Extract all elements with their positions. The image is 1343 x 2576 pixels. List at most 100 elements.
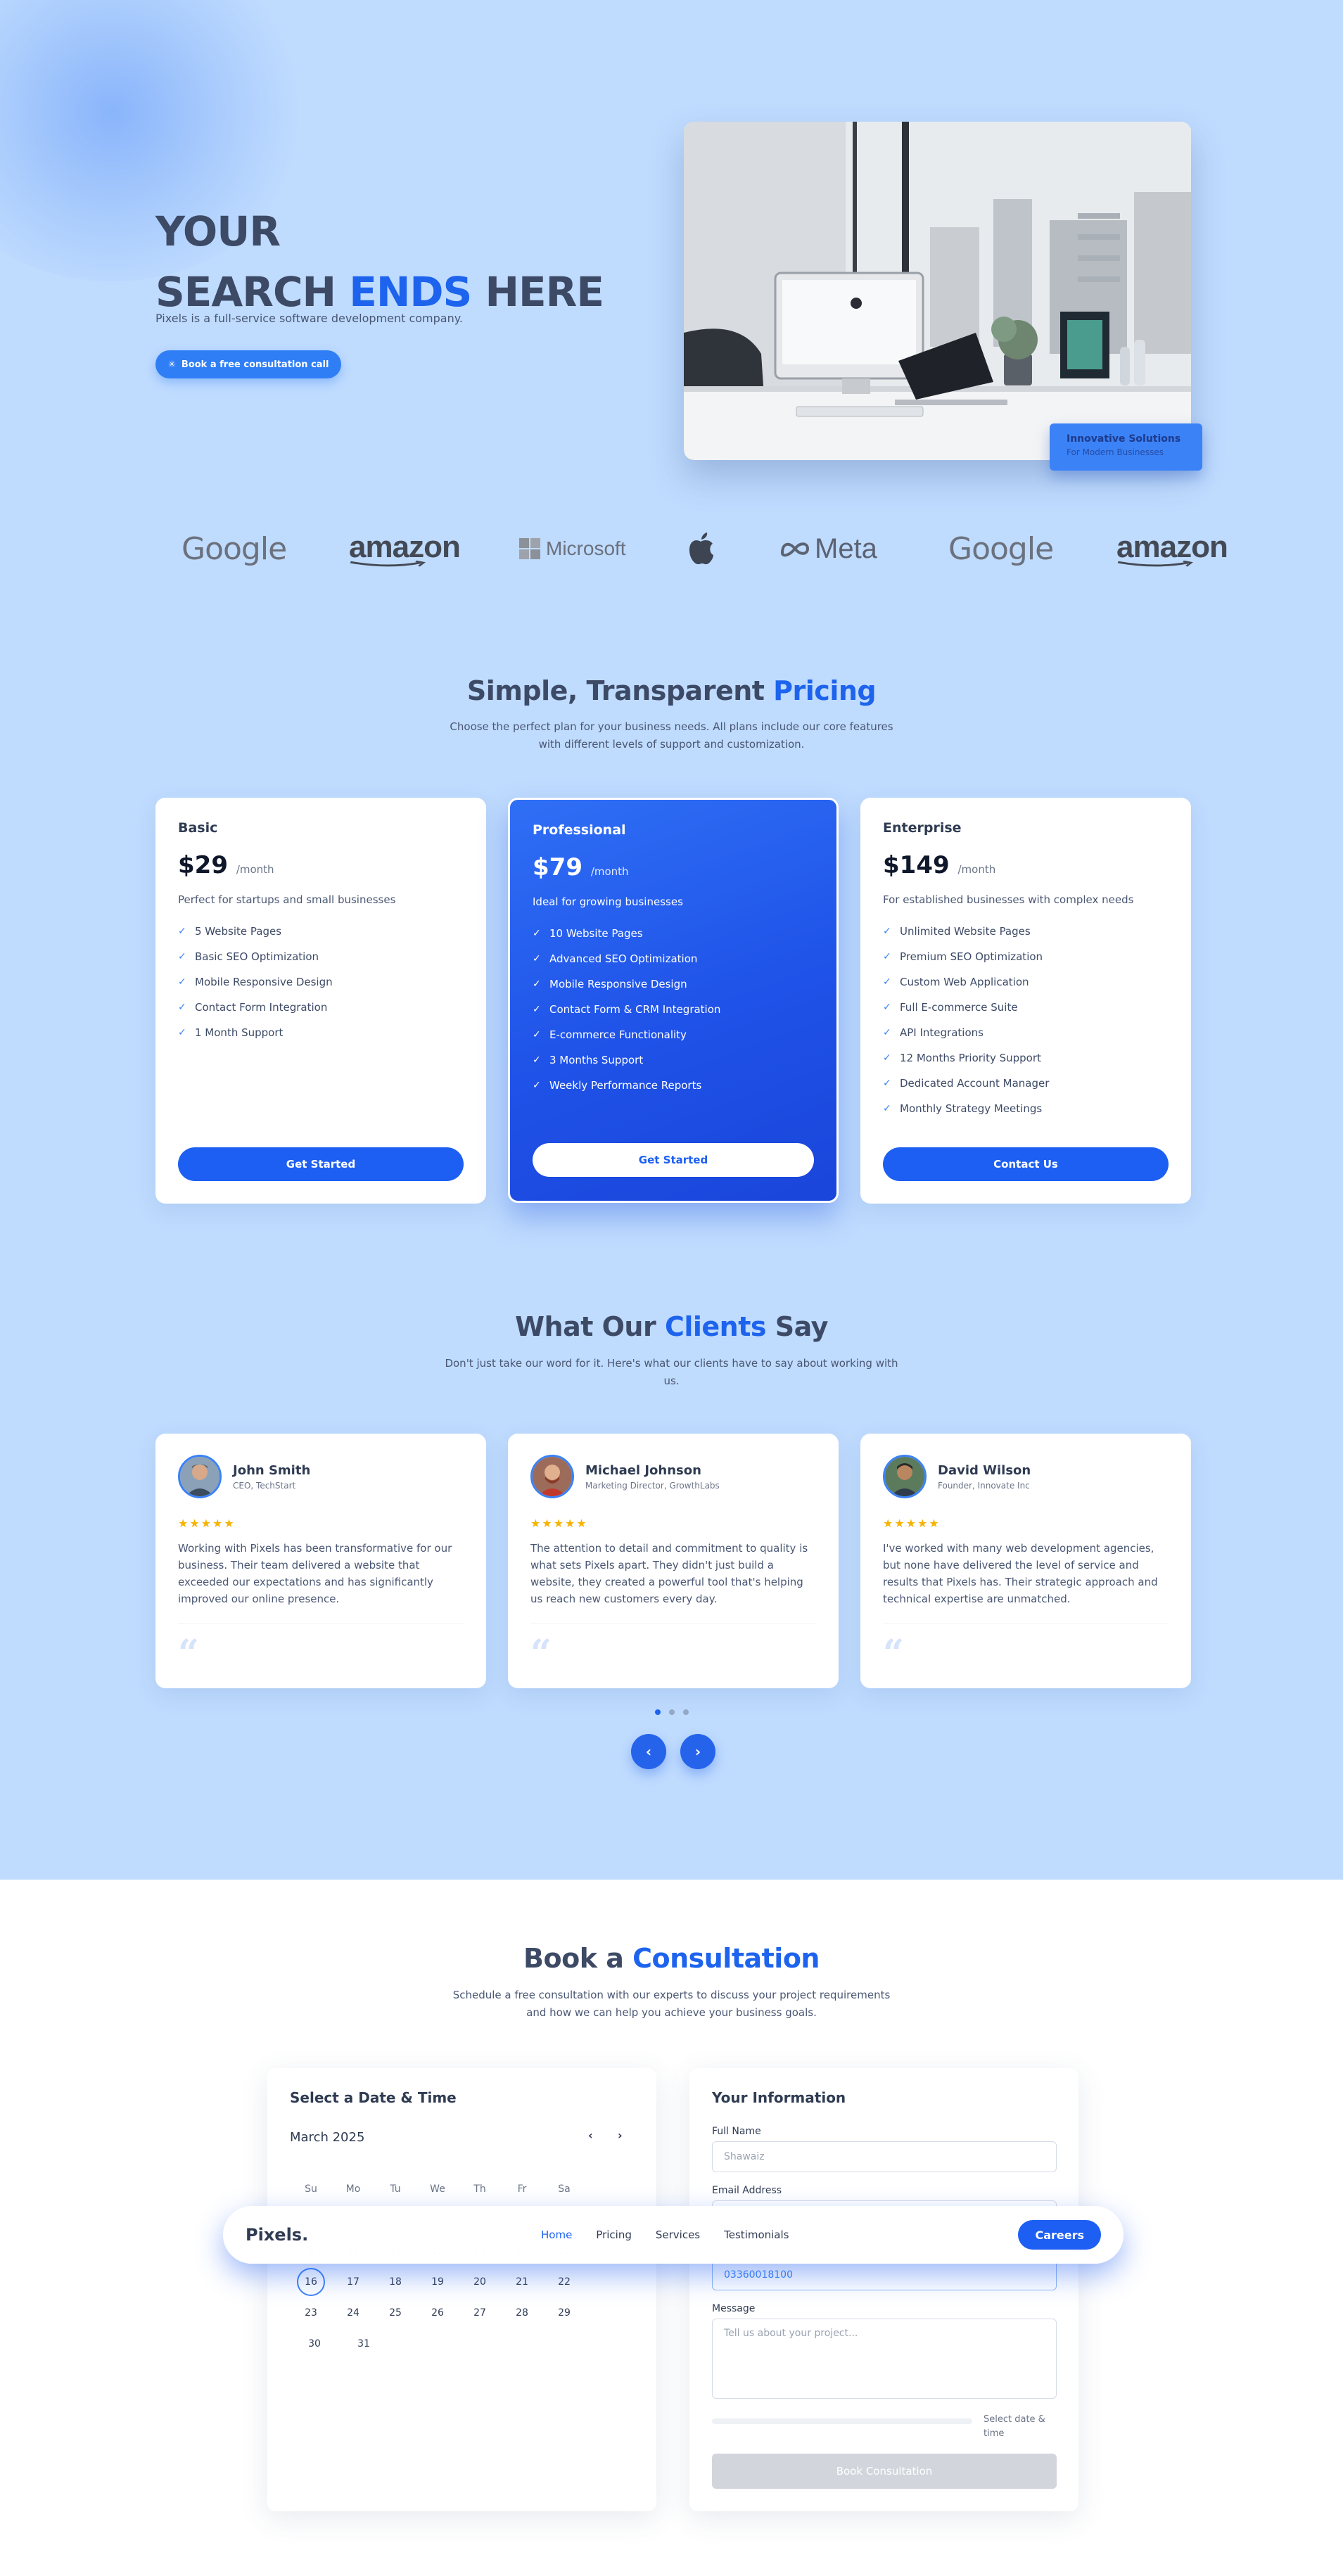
feature-item: ✓ API Integrations	[883, 1020, 1169, 1045]
star-rating: ★★★★★	[178, 1517, 236, 1530]
calendar-day[interactable]: 25	[374, 2307, 416, 2319]
check-icon: ✓	[883, 976, 891, 988]
weekday-label: Sa	[558, 2183, 571, 2195]
calendar-day[interactable]: 31	[339, 2338, 388, 2349]
hero-office-image	[684, 122, 1191, 460]
check-icon: ✓	[883, 1078, 891, 1089]
book-consultation-button[interactable]: ✳ Book a free consultation call	[155, 350, 342, 378]
calendar-day-selected[interactable]: 16	[290, 2268, 332, 2296]
feature-item: ✓ Full E-commerce Suite	[883, 995, 1169, 1020]
check-icon: ✓	[883, 1002, 891, 1013]
contact-us-button[interactable]: Contact Us	[883, 1147, 1169, 1181]
star-rating: ★★★★★	[530, 1517, 588, 1530]
check-icon: ✓	[533, 978, 541, 990]
calendar-next-button[interactable]: ›	[618, 2129, 623, 2142]
calendar-day[interactable]: 23	[290, 2307, 332, 2319]
testimonial-name: Michael Johnson	[585, 1462, 701, 1478]
booking-subtitle: Schedule a free consultation with our ex…	[0, 1987, 1343, 2022]
calendar-day[interactable]: 20	[459, 2276, 501, 2288]
brand-logo[interactable]: Pixels.	[246, 2225, 308, 2245]
check-icon: ✓	[883, 1103, 891, 1114]
progress-label-line: Select date &	[984, 2414, 1045, 2425]
avatar	[178, 1455, 222, 1498]
testimonials-title-accent: Clients	[664, 1311, 767, 1342]
carousel-dot[interactable]	[682, 1709, 689, 1715]
feature-item: ✓ Premium SEO Optimization	[883, 944, 1169, 969]
pricing-title: Simple, Transparent Pricing	[0, 675, 1343, 706]
pricing-subtitle-line: Choose the perfect plan for your busines…	[450, 720, 893, 733]
full-name-field[interactable]: Shawaiz	[712, 2141, 1057, 2172]
check-icon: ✓	[533, 1004, 541, 1015]
calendar-day[interactable]: 28	[501, 2307, 543, 2319]
form-heading: Your Information	[712, 2089, 846, 2106]
calendar-day[interactable]: 24	[332, 2307, 374, 2319]
testimonials-title: What Our Clients Say	[0, 1311, 1343, 1342]
testimonial-quote: The attention to detail and commitment t…	[530, 1542, 808, 1605]
carousel-dot[interactable]	[654, 1709, 661, 1715]
feature-label: Advanced SEO Optimization	[549, 952, 698, 965]
check-icon: ✓	[883, 951, 891, 962]
testimonials-subtitle-line: us.	[663, 1375, 680, 1387]
book-consultation-label: Book a free consultation call	[181, 359, 329, 370]
sparkle-icon: ✳	[168, 359, 176, 370]
meta-logo: Meta	[779, 524, 877, 573]
weekday-label: Th	[473, 2183, 486, 2195]
feature-label: Dedicated Account Manager	[900, 1077, 1050, 1090]
carousel-dot[interactable]	[668, 1709, 675, 1715]
calendar-day[interactable]: 29	[543, 2307, 585, 2319]
nav-link-services[interactable]: Services	[656, 2229, 700, 2241]
carousel-next-button[interactable]: ›	[680, 1734, 715, 1769]
check-icon: ✓	[178, 1002, 186, 1013]
plan-name: Enterprise	[883, 820, 962, 836]
plan-price-value: $79	[533, 853, 583, 881]
carousel-prev-button[interactable]: ‹	[631, 1734, 666, 1769]
feature-item: ✓ 3 Months Support	[533, 1047, 814, 1073]
testimonial-role: Marketing Director, GrowthLabs	[585, 1480, 720, 1491]
check-icon: ✓	[533, 953, 541, 964]
quote-icon: “	[178, 1632, 199, 1675]
calendar-day[interactable]: 27	[459, 2307, 501, 2319]
calendar-day[interactable]: 21	[501, 2276, 543, 2288]
calendar-day[interactable]: 26	[416, 2307, 459, 2319]
nav-link-pricing[interactable]: Pricing	[596, 2229, 632, 2241]
feature-label: Mobile Responsive Design	[195, 976, 333, 988]
pricing-card-enterprise: Enterprise $149 /month For established b…	[860, 798, 1191, 1204]
progress-label: Select date & time	[984, 2413, 1061, 2441]
testimonial-role: Founder, Innovate Inc	[938, 1480, 1030, 1491]
feature-label: 5 Website Pages	[195, 925, 282, 938]
feature-label: Unlimited Website Pages	[900, 925, 1031, 938]
get-started-button[interactable]: Get Started	[178, 1147, 464, 1181]
calendar-week: 23 24 25 26 27 28 29	[290, 2297, 585, 2328]
check-icon: ✓	[178, 951, 186, 962]
plan-description: For established businesses with complex …	[883, 893, 1134, 906]
nav-link-testimonials[interactable]: Testimonials	[724, 2229, 789, 2241]
feature-item: ✓ 5 Website Pages	[178, 919, 464, 944]
calendar-day[interactable]: 19	[416, 2276, 459, 2288]
calendar-day[interactable]: 30	[290, 2338, 339, 2349]
feature-item: ✓ Contact Form Integration	[178, 995, 464, 1020]
meta-infinity-icon	[780, 542, 810, 557]
person-icon	[885, 1457, 924, 1496]
phone-field[interactable]: 03360018100	[712, 2259, 1057, 2290]
message-textarea[interactable]: Tell us about your project...	[712, 2319, 1057, 2399]
testimonial-quote: I've worked with many web development ag…	[883, 1542, 1158, 1605]
book-consultation-submit-button[interactable]: Book Consultation	[712, 2454, 1057, 2489]
check-icon: ✓	[178, 926, 186, 937]
feature-label: Monthly Strategy Meetings	[900, 1102, 1043, 1115]
careers-button[interactable]: Careers	[1018, 2220, 1101, 2250]
calendar-day[interactable]: 22	[543, 2276, 585, 2288]
feature-item: ✓ E-commerce Functionality	[533, 1022, 814, 1047]
calendar-day[interactable]: 17	[332, 2276, 374, 2288]
calendar-prev-button[interactable]: ‹	[588, 2129, 593, 2142]
booking-subtitle-line: Schedule a free consultation with our ex…	[452, 1989, 891, 2001]
apple-logo-shape	[689, 533, 713, 565]
testimonial-header: John Smith CEO, TechStart	[178, 1455, 464, 1498]
nav-link-home[interactable]: Home	[541, 2229, 572, 2241]
calendar-heading: Select a Date & Time	[290, 2089, 457, 2106]
calendar-day[interactable]: 18	[374, 2276, 416, 2288]
check-icon: ✓	[178, 976, 186, 988]
star-rating: ★★★★★	[883, 1517, 941, 1530]
get-started-button[interactable]: Get Started	[533, 1143, 814, 1177]
apple-icon	[687, 524, 715, 573]
office-illustration	[684, 122, 1191, 460]
